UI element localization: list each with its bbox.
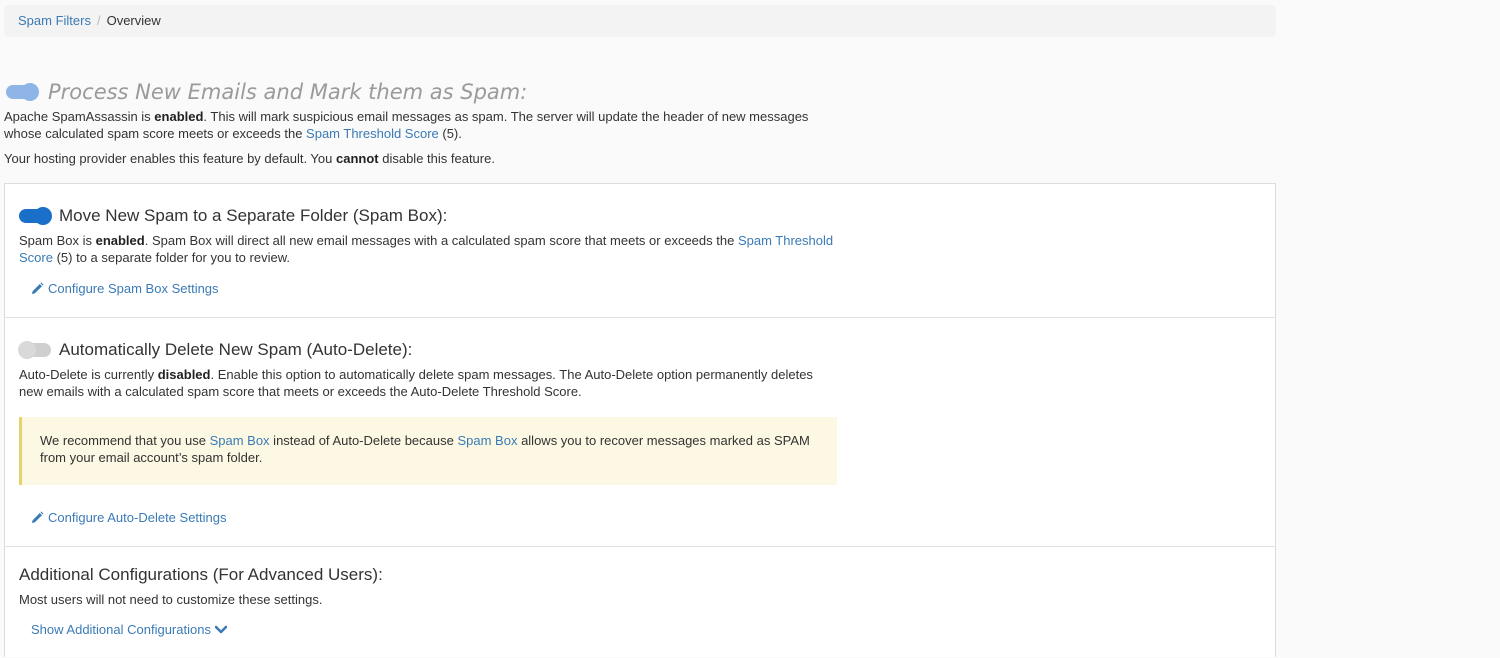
toggle-knob — [34, 207, 52, 225]
spam-box-link[interactable]: Spam Box — [210, 433, 270, 448]
spam-box-status: enabled — [95, 233, 145, 248]
auto-delete-status: disabled — [157, 367, 211, 382]
process-status: enabled — [154, 109, 204, 124]
spam-box-link-2[interactable]: Spam Box — [457, 433, 517, 448]
auto-delete-description: Auto-Delete is currently disabled. Enabl… — [19, 366, 839, 400]
breadcrumb-separator: / — [96, 13, 101, 28]
spam-settings-panel: Move New Spam to a Separate Folder (Spam… — [4, 183, 1276, 657]
process-new-emails-section: Process New Emails and Mark them as Spam… — [4, 78, 824, 167]
auto-delete-desc-text: Auto-Delete is currently — [19, 367, 158, 382]
configure-spam-box-label: Configure Spam Box Settings — [48, 281, 219, 296]
auto-delete-title-row: Automatically Delete New Spam (Auto-Dele… — [18, 338, 1261, 362]
auto-delete-section: Automatically Delete New Spam (Auto-Dele… — [5, 318, 1275, 547]
pencil-icon — [31, 282, 44, 295]
spam-box-description: Spam Box is enabled. Spam Box will direc… — [19, 232, 839, 266]
auto-delete-toggle[interactable] — [18, 341, 51, 359]
toggle-knob — [18, 341, 36, 359]
toggle-knob — [21, 83, 39, 101]
breadcrumb: Spam Filters / Overview — [4, 5, 1276, 37]
auto-delete-title: Automatically Delete New Spam (Auto-Dele… — [59, 340, 413, 359]
alert-text-2: instead of Auto-Delete because — [269, 433, 458, 448]
process-note-bold: cannot — [335, 151, 379, 166]
recommendation-alert: We recommend that you use Spam Box inste… — [19, 417, 837, 485]
spam-box-title-row: Move New Spam to a Separate Folder (Spam… — [19, 204, 1261, 228]
additional-configurations-section: Additional Configurations (For Advanced … — [5, 547, 1275, 658]
show-additional-configurations-link[interactable]: Show Additional Configurations — [31, 622, 1261, 637]
spam-box-toggle[interactable] — [19, 207, 52, 225]
breadcrumb-current: Overview — [106, 13, 161, 28]
process-note-text: Your hosting provider enables this featu… — [4, 151, 336, 166]
additional-description: Most users will not need to customize th… — [19, 592, 323, 607]
chevron-down-icon — [214, 625, 227, 635]
configure-auto-delete-link[interactable]: Configure Auto-Delete Settings — [31, 510, 1261, 525]
breadcrumb-spam-filters-link[interactable]: Spam Filters — [18, 13, 91, 28]
spam-box-section: Move New Spam to a Separate Folder (Spam… — [5, 184, 1275, 318]
spam-box-title: Move New Spam to a Separate Folder (Spam… — [59, 206, 448, 225]
additional-title: Additional Configurations (For Advanced … — [19, 565, 383, 584]
pencil-icon — [31, 511, 44, 524]
show-additional-label: Show Additional Configurations — [31, 622, 211, 637]
process-desc-text-3: (5). — [438, 126, 462, 141]
process-emails-toggle[interactable] — [6, 83, 39, 101]
configure-spam-box-link[interactable]: Configure Spam Box Settings — [31, 281, 1261, 296]
process-title: Process New Emails and Mark them as Spam… — [48, 80, 528, 104]
process-note: Your hosting provider enables this featu… — [4, 150, 824, 167]
configure-auto-delete-label: Configure Auto-Delete Settings — [48, 510, 227, 525]
process-desc-text: Apache SpamAssassin is — [4, 109, 155, 124]
spam-box-desc-text-2: . Spam Box will direct all new email mes… — [144, 233, 738, 248]
spam-box-desc-text-3: (5) to a separate folder for you to revi… — [52, 250, 290, 265]
spam-threshold-score-link[interactable]: Spam Threshold Score — [306, 126, 439, 141]
process-title-row: Process New Emails and Mark them as Spam… — [4, 78, 824, 106]
process-description: Apache SpamAssassin is enabled. This wil… — [4, 108, 824, 142]
process-note-text-2: disable this feature. — [378, 151, 495, 166]
alert-text: We recommend that you use — [40, 433, 210, 448]
spam-box-desc-text: Spam Box is — [19, 233, 96, 248]
